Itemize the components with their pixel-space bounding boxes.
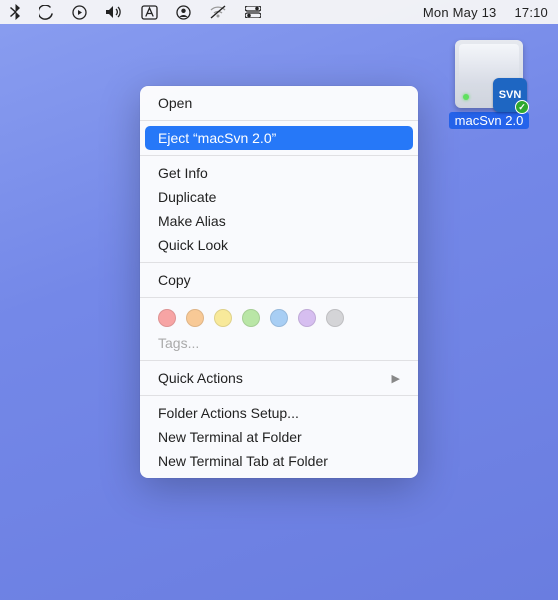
menu-tags[interactable]: Tags... — [140, 331, 418, 355]
tag-blue[interactable] — [270, 309, 288, 327]
menubar-time[interactable]: 17:10 — [514, 5, 548, 20]
menubar-date[interactable]: Mon May 13 — [423, 5, 497, 20]
chevron-right-icon: ▶ — [392, 372, 400, 385]
tag-colors-row — [140, 303, 418, 331]
volume-icon[interactable] — [105, 5, 123, 19]
svn-badge: SVN ✓ — [493, 78, 527, 112]
menu-separator — [140, 262, 418, 263]
tag-gray[interactable] — [326, 309, 344, 327]
tag-orange[interactable] — [186, 309, 204, 327]
menu-separator — [140, 297, 418, 298]
context-menu: Open Eject “macSvn 2.0” Get Info Duplica… — [140, 86, 418, 478]
menu-duplicate[interactable]: Duplicate — [140, 185, 418, 209]
menu-eject[interactable]: Eject “macSvn 2.0” — [145, 126, 413, 150]
menu-open[interactable]: Open — [140, 91, 418, 115]
tag-green[interactable] — [242, 309, 260, 327]
tag-yellow[interactable] — [214, 309, 232, 327]
menu-copy[interactable]: Copy — [140, 268, 418, 292]
tag-purple[interactable] — [298, 309, 316, 327]
menu-separator — [140, 395, 418, 396]
menu-quick-look[interactable]: Quick Look — [140, 233, 418, 257]
desktop-disk-item[interactable]: SVN ✓ macSvn 2.0 — [444, 40, 534, 129]
tag-red[interactable] — [158, 309, 176, 327]
menu-separator — [140, 120, 418, 121]
menubar: Mon May 13 17:10 — [0, 0, 558, 24]
disk-label: macSvn 2.0 — [449, 112, 530, 129]
user-icon[interactable] — [176, 5, 191, 20]
do-not-disturb-icon[interactable] — [39, 5, 54, 20]
menu-folder-actions[interactable]: Folder Actions Setup... — [140, 401, 418, 425]
play-icon[interactable] — [72, 5, 87, 20]
desktop: Mon May 13 17:10 SVN ✓ macSvn 2.0 Open E… — [0, 0, 558, 600]
wifi-off-icon[interactable] — [209, 5, 227, 19]
menu-quick-actions[interactable]: Quick Actions ▶ — [140, 366, 418, 390]
disk-drive-icon: SVN ✓ — [455, 40, 523, 108]
bluetooth-icon[interactable] — [10, 4, 21, 20]
menu-new-terminal[interactable]: New Terminal at Folder — [140, 425, 418, 449]
menu-get-info[interactable]: Get Info — [140, 161, 418, 185]
menu-separator — [140, 360, 418, 361]
control-center-icon[interactable] — [245, 6, 261, 18]
menu-make-alias[interactable]: Make Alias — [140, 209, 418, 233]
input-source-icon[interactable] — [141, 5, 158, 20]
menu-separator — [140, 155, 418, 156]
menu-new-terminal-tab[interactable]: New Terminal Tab at Folder — [140, 449, 418, 473]
checkmark-icon: ✓ — [515, 100, 529, 114]
